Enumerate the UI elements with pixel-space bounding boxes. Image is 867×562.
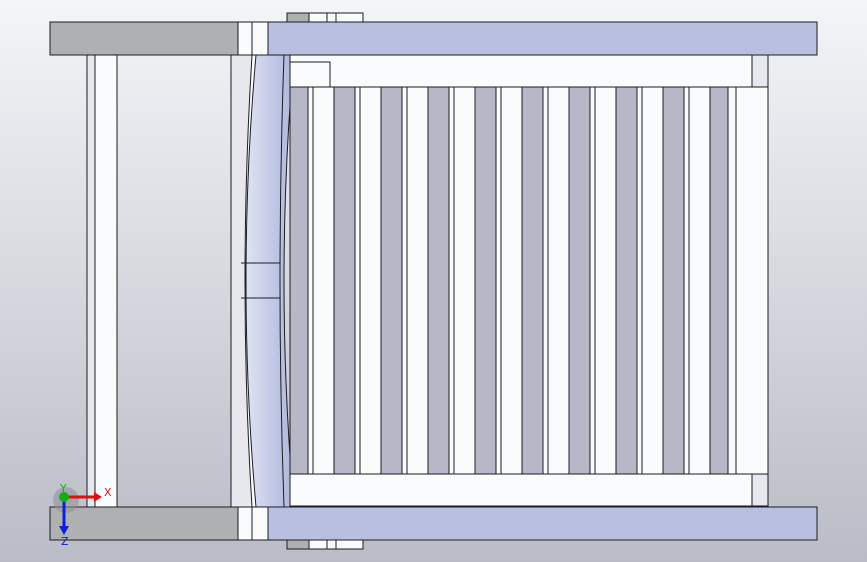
crossbar-bottom — [289, 473, 769, 507]
cad-viewport[interactable]: .white { fill: #fafbfc; stroke: #1c1c22;… — [0, 0, 867, 562]
bars-group — [289, 86, 731, 475]
axis-label-y: Y — [59, 482, 67, 495]
vertical-bar — [589, 86, 617, 475]
vertical-bar — [307, 86, 335, 475]
vertical-bar — [448, 86, 476, 475]
vertical-bar — [542, 86, 570, 475]
left-post — [86, 54, 118, 508]
drawing-canvas: .white { fill: #fafbfc; stroke: #1c1c22;… — [0, 0, 867, 562]
bottom-rail — [49, 506, 818, 541]
vertical-bar — [495, 86, 523, 475]
crossbar-top — [289, 54, 769, 88]
right-end-block — [727, 86, 769, 475]
vertical-bar — [636, 86, 664, 475]
vertical-bar — [683, 86, 711, 475]
vertical-bar — [401, 86, 429, 475]
top-rail — [49, 21, 818, 56]
vertical-bar — [354, 86, 382, 475]
axis-label-x: X — [104, 486, 112, 499]
axis-label-z: Z — [61, 535, 69, 548]
